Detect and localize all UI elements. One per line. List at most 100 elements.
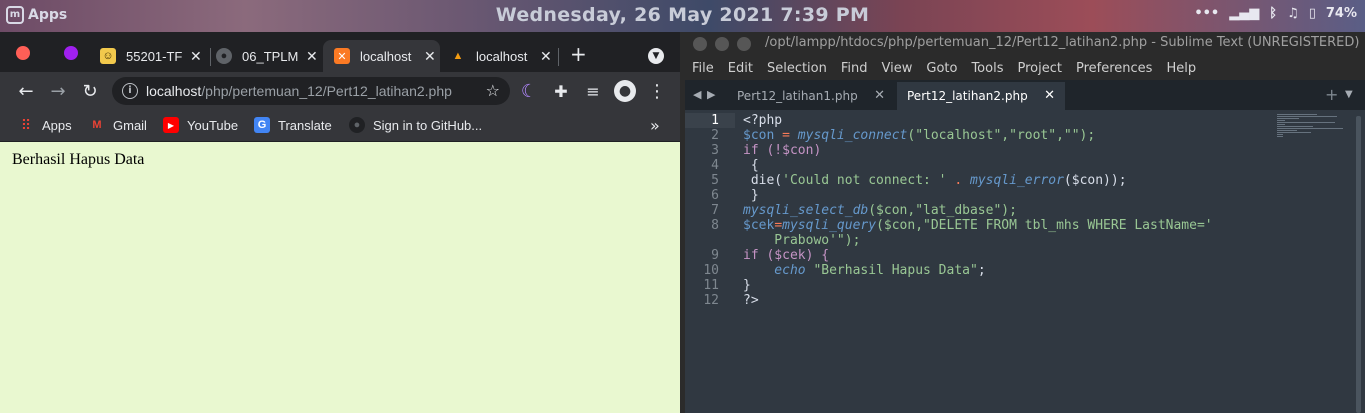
site-info-icon[interactable]: i xyxy=(122,83,138,99)
tab-close-icon[interactable]: ✕ xyxy=(306,48,318,65)
url-host: localhost xyxy=(146,83,202,99)
code-token: } xyxy=(743,188,759,203)
tab-title: Pert12_latihan2.php xyxy=(907,89,1028,103)
bookmarks-overflow-chevron-icon[interactable]: » xyxy=(650,116,660,135)
maximize-window-button[interactable] xyxy=(737,37,751,51)
code-line-5: die('Could not connect: ' . mysqli_error… xyxy=(743,173,1127,188)
menu-goto[interactable]: Goto xyxy=(926,61,957,76)
menu-tools[interactable]: Tools xyxy=(971,61,1003,76)
code-token: ; xyxy=(977,263,986,278)
mountain-favicon-icon: ▲ xyxy=(452,50,464,62)
code-editor[interactable]: 1 2 3 4 5 6 7 8 9 10 11 12 <?php $con = … xyxy=(685,110,1365,413)
menu-project[interactable]: Project xyxy=(1017,61,1061,76)
new-tab-plus-icon[interactable]: + xyxy=(1325,85,1338,104)
menu-view[interactable]: View xyxy=(882,61,913,76)
tab-close-icon[interactable]: ✕ xyxy=(874,88,885,103)
line-number: 6 xyxy=(711,188,719,203)
code-token: <?php xyxy=(743,113,783,128)
bookmarks-bar: ⠿ Apps M Gmail ▶ YouTube G Translate ● S… xyxy=(0,110,680,142)
github-favicon-icon: ● xyxy=(216,48,232,64)
code-line-6: } xyxy=(743,188,759,203)
battery-percent: 74% xyxy=(1325,6,1357,21)
tab-55201[interactable]: ☺ 55201-TF ✕ xyxy=(100,40,202,72)
tab-scroll-left-icon[interactable]: ◀ xyxy=(693,88,701,101)
media-queue-icon[interactable]: ≡ xyxy=(582,80,604,102)
tab-pert12-latihan1[interactable]: Pert12_latihan1.php ✕ xyxy=(727,82,895,110)
extensions-puzzle-icon[interactable]: ✚ xyxy=(550,80,572,102)
minimize-window-button[interactable] xyxy=(715,37,729,51)
line-number: 4 xyxy=(711,158,719,173)
address-url[interactable]: localhost/php/pertemuan_12/Pert12_latiha… xyxy=(146,83,452,99)
close-window-button[interactable] xyxy=(16,46,30,60)
tab-title: localhost xyxy=(360,48,412,64)
tab-localhost-active[interactable]: ✕ localhost ✕ xyxy=(323,40,440,72)
tab-close-icon[interactable]: ✕ xyxy=(424,48,436,65)
dark-reader-moon-icon[interactable]: ☾ xyxy=(518,80,540,102)
minimap[interactable] xyxy=(1277,114,1347,140)
window-title: /opt/lampp/htdocs/php/pertemuan_12/Pert1… xyxy=(765,35,1360,50)
line-number: 11 xyxy=(703,278,719,293)
code-token: ($con,"lat_dbase"); xyxy=(868,203,1017,218)
overflow-dots-icon[interactable]: ••• xyxy=(1194,6,1219,21)
github-icon: ● xyxy=(349,117,365,133)
system-tray: ••• ▂▄▆ ᛒ ♫ ▯ 74% xyxy=(1194,6,1357,21)
code-token: mysqli_select_db xyxy=(743,203,869,218)
bookmark-translate[interactable]: G Translate xyxy=(254,117,332,133)
tab-title: localhost xyxy=(476,48,528,64)
line-number: 5 xyxy=(711,173,719,188)
bookmark-label: Gmail xyxy=(113,117,147,133)
close-window-button[interactable] xyxy=(693,37,707,51)
new-tab-plus-icon[interactable]: + xyxy=(570,44,587,64)
sublime-menu-bar: File Edit Selection Find View Goto Tools… xyxy=(685,56,1365,80)
menu-preferences[interactable]: Preferences xyxy=(1076,61,1152,76)
code-token: } xyxy=(743,278,751,293)
music-icon[interactable]: ♫ xyxy=(1287,6,1299,21)
page-viewport: Berhasil Hapus Data xyxy=(0,142,680,413)
profile-avatar-icon[interactable]: ● xyxy=(614,80,636,102)
page-message: Berhasil Hapus Data xyxy=(12,151,145,168)
tab-close-icon[interactable]: ✕ xyxy=(540,48,552,65)
tab-list-chevron-icon[interactable]: ▼ xyxy=(1345,89,1353,100)
menu-find[interactable]: Find xyxy=(841,61,868,76)
tab-pert12-latihan2-active[interactable]: Pert12_latihan2.php ✕ xyxy=(897,82,1065,110)
tab-localhost-2[interactable]: ▲ localhost ✕ xyxy=(450,40,552,72)
menu-file[interactable]: File xyxy=(692,61,714,76)
back-arrow-icon[interactable]: ← xyxy=(15,80,37,102)
bookmark-star-icon[interactable]: ☆ xyxy=(486,81,500,100)
sublime-title-bar[interactable]: /opt/lampp/htdocs/php/pertemuan_12/Pert1… xyxy=(685,32,1365,56)
menu-selection[interactable]: Selection xyxy=(767,61,827,76)
tab-close-icon[interactable]: ✕ xyxy=(190,48,202,65)
kebab-menu-icon[interactable]: ⋮ xyxy=(646,80,668,102)
chrome-window: ☺ 55201-TF ✕ ● 06_TPLM ✕ ✕ localhost ✕ ▲… xyxy=(0,32,680,413)
bluetooth-icon[interactable]: ᛒ xyxy=(1269,6,1277,21)
reload-icon[interactable]: ↻ xyxy=(79,80,101,102)
code-line-1: <?php xyxy=(743,113,782,128)
tab-separator xyxy=(558,48,559,66)
code-token: 'Could not connect: ' xyxy=(782,173,947,188)
tab-scroll-right-icon[interactable]: ▶ xyxy=(707,88,715,101)
bookmark-youtube[interactable]: ▶ YouTube xyxy=(163,117,238,133)
signal-bars-icon[interactable]: ▂▄▆ xyxy=(1229,6,1259,21)
bookmark-github[interactable]: ● Sign in to GitHub... xyxy=(349,117,482,133)
bookmark-gmail[interactable]: M Gmail xyxy=(89,117,147,133)
line-number: 10 xyxy=(703,263,719,278)
tab-06-tplm[interactable]: ● 06_TPLM ✕ xyxy=(216,40,318,72)
menu-edit[interactable]: Edit xyxy=(728,61,753,76)
bookmark-label: Sign in to GitHub... xyxy=(373,117,483,133)
code-token: ($con)); xyxy=(1063,173,1127,188)
tab-close-icon[interactable]: ✕ xyxy=(1044,88,1055,103)
code-line-4: { xyxy=(743,158,759,173)
address-bar[interactable]: i localhost/php/pertemuan_12/Pert12_lati… xyxy=(112,77,510,105)
bookmark-apps[interactable]: ⠿ Apps xyxy=(18,117,72,133)
menu-help[interactable]: Help xyxy=(1166,61,1196,76)
vertical-scrollbar[interactable] xyxy=(1356,116,1361,413)
line-number: 1 xyxy=(711,113,719,128)
tab-search-chevron-icon[interactable]: ▼ xyxy=(648,48,664,64)
tab-title: 55201-TF xyxy=(126,48,182,64)
forward-arrow-icon[interactable]: → xyxy=(47,80,69,102)
code-line-8-wrap: Prabowo'"); xyxy=(743,233,860,248)
battery-icon[interactable]: ▯ xyxy=(1309,6,1316,21)
clock[interactable]: Wednesday, 26 May 2021 7:39 PM xyxy=(0,4,1365,26)
profile-dot-icon[interactable] xyxy=(64,46,78,60)
translate-icon: G xyxy=(254,117,270,133)
